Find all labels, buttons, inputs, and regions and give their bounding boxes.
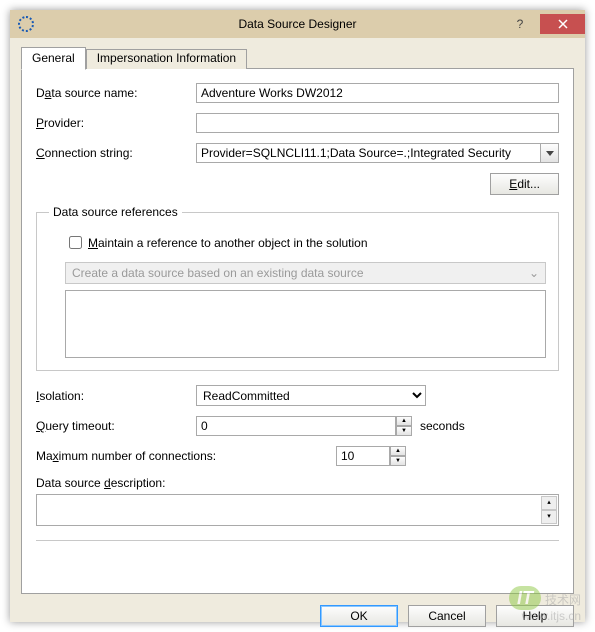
maintain-reference-label: Maintain a reference to another object i… <box>88 236 368 250</box>
window-title: Data Source Designer <box>10 17 585 31</box>
chevron-down-icon: ⌄ <box>529 266 539 280</box>
dialog-window: Data Source Designer ? General Impersona… <box>10 10 585 622</box>
scroll-up-icon[interactable]: ▴ <box>541 496 557 510</box>
ok-button[interactable]: OK <box>320 605 398 627</box>
references-listbox[interactable] <box>65 290 546 358</box>
scroll-down-icon[interactable]: ▾ <box>541 510 557 524</box>
label-max-connections: Maximum number of connections: <box>36 449 336 463</box>
help-button[interactable]: Help <box>496 605 574 627</box>
query-timeout-spinner[interactable]: ▲▼ <box>396 416 412 436</box>
tabpage-general: Data source name: Provider: Connection s… <box>21 68 574 594</box>
isolation-select[interactable]: ReadCommitted <box>196 385 426 406</box>
titlebar: Data Source Designer ? <box>10 10 585 38</box>
label-isolation: Isolation: <box>36 389 196 403</box>
label-description: Data source description: <box>36 476 165 490</box>
max-connections-spinner[interactable]: ▲▼ <box>390 446 406 466</box>
existing-data-source-combo-text: Create a data source based on an existin… <box>72 266 364 280</box>
label-provider: Provider: <box>36 116 196 130</box>
tab-general-label: General <box>32 51 75 65</box>
spin-up-icon[interactable]: ▲ <box>390 446 406 456</box>
data-source-references-group: Data source references Maintain a refere… <box>36 205 559 371</box>
tabstrip: General Impersonation Information <box>21 47 574 69</box>
references-legend: Data source references <box>49 205 182 219</box>
separator <box>36 540 559 541</box>
seconds-label: seconds <box>420 419 465 433</box>
provider-input[interactable] <box>196 113 559 133</box>
edit-button[interactable]: Edit... <box>490 173 559 195</box>
query-timeout-input[interactable] <box>196 416 396 436</box>
cancel-button[interactable]: Cancel <box>408 605 486 627</box>
description-scrollbar[interactable]: ▴ ▾ <box>541 496 557 524</box>
data-source-name-input[interactable] <box>196 83 559 103</box>
existing-data-source-combo: Create a data source based on an existin… <box>65 262 546 284</box>
connection-string-dropdown-button[interactable] <box>541 143 559 163</box>
label-data-source-name: Data source name: <box>36 86 196 100</box>
tab-impersonation[interactable]: Impersonation Information <box>86 49 247 69</box>
chevron-down-icon <box>546 151 554 156</box>
spin-down-icon[interactable]: ▼ <box>390 456 406 466</box>
client-area: General Impersonation Information Data s… <box>10 38 585 622</box>
connection-string-input[interactable] <box>196 143 541 163</box>
maintain-reference-checkbox[interactable] <box>69 236 82 249</box>
dialog-button-row: OK Cancel Help <box>21 595 574 627</box>
tab-general[interactable]: General <box>21 47 86 70</box>
spin-up-icon[interactable]: ▲ <box>396 416 412 426</box>
spin-down-icon[interactable]: ▼ <box>396 426 412 436</box>
max-connections-input[interactable] <box>336 446 390 466</box>
tab-impersonation-label: Impersonation Information <box>97 51 236 65</box>
description-textarea[interactable]: ▴ ▾ <box>36 494 559 526</box>
label-query-timeout: Query timeout: <box>36 419 196 433</box>
label-connection-string: Connection string: <box>36 146 196 160</box>
